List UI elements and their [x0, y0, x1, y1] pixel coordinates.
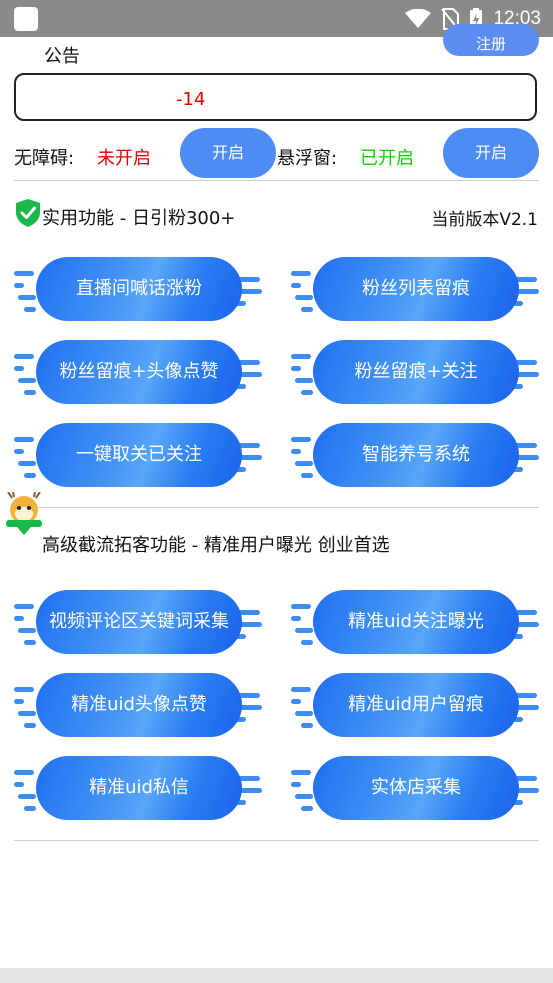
- feature-button[interactable]: 精准uid私信: [14, 756, 262, 820]
- feature-button[interactable]: 粉丝留痕+头像点赞: [14, 340, 262, 404]
- floating-window-enable-button[interactable]: 开启: [443, 128, 539, 178]
- feature-button-label: 粉丝留痕+头像点赞: [36, 340, 242, 404]
- feature-button[interactable]: 实体店采集: [291, 756, 539, 820]
- feature-button-label: 一键取关已关注: [36, 423, 242, 487]
- feature-button-label: 精准uid私信: [36, 756, 242, 820]
- feature-button[interactable]: 智能养号系统: [291, 423, 539, 487]
- notice-text: -14: [176, 89, 206, 110]
- floating-window-status: 已开启: [360, 148, 414, 169]
- feature-button-label: 智能养号系统: [313, 423, 519, 487]
- notice-box: -14: [14, 73, 537, 121]
- mascot-logo-icon: [6, 492, 42, 535]
- feature-button[interactable]: 直播间喊话涨粉: [14, 257, 262, 321]
- notice-label: 公告: [44, 46, 80, 67]
- feature-button-label: 直播间喊话涨粉: [36, 257, 242, 321]
- divider: [14, 840, 539, 841]
- feature-button[interactable]: 精准uid关注曝光: [291, 590, 539, 654]
- feature-button-label: 精准uid头像点赞: [36, 673, 242, 737]
- accessibility-status: 未开启: [97, 148, 151, 169]
- section-title-basic: 实用功能 - 日引粉300+: [42, 208, 236, 229]
- register-button-label: 注册: [475, 35, 506, 53]
- feature-button[interactable]: 一键取关已关注: [14, 423, 262, 487]
- feature-button-label: 精准uid关注曝光: [313, 590, 519, 654]
- feature-button[interactable]: 粉丝留痕+关注: [291, 340, 539, 404]
- register-button[interactable]: 注册: [443, 24, 539, 56]
- shield-check-icon: [16, 199, 40, 227]
- feature-button[interactable]: 粉丝列表留痕: [291, 257, 539, 321]
- feature-button[interactable]: 视频评论区关键词采集: [14, 590, 262, 654]
- divider: [14, 180, 539, 181]
- floating-window-label: 悬浮窗:: [277, 148, 338, 169]
- feature-button-label: 粉丝留痕+关注: [313, 340, 519, 404]
- feature-button[interactable]: 精准uid用户留痕: [291, 673, 539, 737]
- feature-button-label: 实体店采集: [313, 756, 519, 820]
- feature-button-label: 精准uid用户留痕: [313, 673, 519, 737]
- accessibility-enable-button[interactable]: 开启: [180, 128, 276, 178]
- section-title-advanced: 高级截流拓客功能 - 精准用户曝光 创业首选: [42, 535, 390, 556]
- version-label: 当前版本V2.1: [431, 210, 538, 230]
- accessibility-enable-label: 开启: [211, 143, 244, 162]
- feature-button[interactable]: 精准uid头像点赞: [14, 673, 262, 737]
- app-notification-icon: [14, 7, 38, 31]
- wifi-icon: [405, 8, 432, 28]
- divider: [14, 507, 539, 508]
- feature-button-label: 视频评论区关键词采集: [36, 590, 242, 654]
- floating-window-enable-label: 开启: [474, 143, 507, 162]
- accessibility-label: 无障碍:: [14, 148, 75, 169]
- navigation-bar: [0, 968, 553, 983]
- feature-button-label: 粉丝列表留痕: [313, 257, 519, 321]
